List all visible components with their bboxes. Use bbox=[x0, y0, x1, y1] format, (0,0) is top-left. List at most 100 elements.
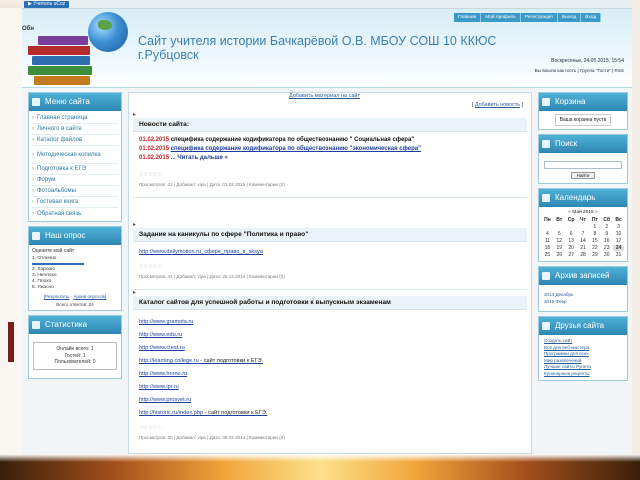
calendar-day[interactable]: 14 bbox=[578, 238, 589, 244]
poll-result-bar bbox=[32, 263, 84, 265]
nav-login[interactable]: Вход bbox=[581, 13, 602, 22]
search-button[interactable]: Найти bbox=[571, 172, 595, 179]
calendar-day[interactable]: 10 bbox=[613, 231, 624, 237]
post-title[interactable]: Новости сайта: bbox=[133, 118, 527, 132]
poll-option[interactable]: 5. Ужасно bbox=[32, 285, 118, 291]
post-meta: Просмотров: 30 | Добавил: vipa | Дата: 0… bbox=[139, 435, 285, 440]
menu-item-forum[interactable]: › Форум bbox=[32, 175, 118, 186]
calendar-day[interactable]: 13 bbox=[566, 238, 577, 244]
nav-logout[interactable]: Выход bbox=[557, 13, 582, 22]
menu-item-exam[interactable]: › Подготовка к ЕГЭ bbox=[32, 164, 118, 175]
catalog-link[interactable]: http://learning.college.ru - сайт подгот… bbox=[139, 355, 521, 368]
calendar-day[interactable]: 3 bbox=[613, 224, 624, 230]
poll-title: Наш опрос bbox=[45, 231, 86, 240]
catalog-link[interactable]: http://www.ipr.ru bbox=[139, 381, 521, 394]
rating-stars[interactable]: ☆☆☆☆☆ bbox=[139, 171, 521, 180]
calendar-day[interactable]: 24 bbox=[613, 245, 624, 251]
calendar-day[interactable]: 6 bbox=[566, 231, 577, 237]
post-link[interactable]: http://www.dailymotion.ru_сфере_право_в_… bbox=[139, 246, 521, 259]
menu-item-personal[interactable]: › Личного в сайте bbox=[32, 124, 118, 135]
stats-users: Пользователей: 0 bbox=[54, 359, 96, 365]
post-title[interactable]: Задание на каникулы по сфере "Политика и… bbox=[133, 228, 527, 242]
calendar-day[interactable]: 26 bbox=[554, 252, 565, 258]
calendar-day[interactable]: 5 bbox=[554, 231, 565, 237]
slide-frame-right bbox=[632, 0, 640, 480]
calendar-month[interactable]: « Май 2015 » bbox=[542, 210, 624, 215]
calendar-day[interactable]: 18 bbox=[542, 245, 553, 251]
calendar-day[interactable]: 1 bbox=[589, 224, 600, 230]
calendar-day[interactable]: 22 bbox=[589, 245, 600, 251]
calendar-day[interactable]: 8 bbox=[589, 231, 600, 237]
menu-item-feedback[interactable]: › Обратная связь bbox=[32, 208, 118, 219]
calendar-weekday: Чт bbox=[580, 217, 586, 223]
calendar-weekday: Пт bbox=[591, 217, 598, 223]
calendar-day[interactable]: 29 bbox=[589, 252, 600, 258]
calendar-day[interactable]: 25 bbox=[542, 252, 553, 258]
calendar-day[interactable]: 4 bbox=[542, 231, 553, 237]
rating-stars[interactable]: ☆☆☆☆☆ bbox=[139, 263, 521, 272]
menu-item-home[interactable]: › Главная страница bbox=[32, 113, 118, 124]
calendar-weekday: Вт bbox=[556, 217, 563, 223]
site-title: Сайт учителя истории Бачкарёвой О.В. МБО… bbox=[138, 34, 497, 62]
search-icon bbox=[542, 140, 550, 148]
poll-archive-link[interactable]: Архив опросов] bbox=[73, 294, 106, 299]
calendar-day[interactable]: 27 bbox=[566, 252, 577, 258]
archive-item[interactable]: 2014 Декабрь bbox=[544, 291, 622, 298]
post-link[interactable]: специфика содержание кодификатора по общ… bbox=[171, 137, 414, 143]
menu-block: Меню сайта › Главная страница › Личного в … bbox=[28, 92, 122, 222]
friends-title: Друзья сайта bbox=[555, 321, 605, 330]
calendar-day[interactable]: 20 bbox=[566, 245, 577, 251]
archive-icon bbox=[542, 272, 550, 280]
catalog-link[interactable]: http://www.prosvet.ru bbox=[139, 394, 521, 407]
user-links[interactable]: Вы вошли как гость | Группа "Гости" | RS… bbox=[535, 68, 624, 73]
calendar-day[interactable]: 30 bbox=[601, 252, 612, 258]
archive-block: Архив записей 2014 Декабрь 2015 Февр bbox=[538, 266, 628, 312]
rating-stars[interactable]: ☆☆☆☆☆ bbox=[139, 424, 521, 433]
catalog-link[interactable]: http://www.ctest.ru bbox=[139, 342, 521, 355]
calendar-day[interactable]: 23 bbox=[601, 245, 612, 251]
calendar-day[interactable]: 9 bbox=[601, 231, 612, 237]
poll-option[interactable]: 1. Отлично bbox=[32, 256, 118, 262]
nav-profile[interactable]: Мой профиль bbox=[481, 13, 521, 22]
calendar-day[interactable]: 28 bbox=[578, 252, 589, 258]
calendar-day[interactable]: 2 bbox=[601, 224, 612, 230]
calendar-day[interactable]: 19 bbox=[554, 245, 565, 251]
calendar-day[interactable]: 16 bbox=[601, 238, 612, 244]
search-input[interactable] bbox=[544, 161, 622, 169]
calendar-day[interactable]: 17 bbox=[613, 238, 624, 244]
menu-item-files[interactable]: › Каталог файлов bbox=[32, 135, 118, 146]
read-more-link[interactable]: ... Читать дальше » bbox=[171, 155, 228, 161]
calendar-day[interactable]: 7 bbox=[578, 231, 589, 237]
globe-icon bbox=[88, 12, 128, 52]
news-post: ▸ Новости сайта: 01.02.2015 специфика со… bbox=[133, 111, 527, 198]
poll-total: Всего ответов: 24 bbox=[56, 302, 94, 307]
nav-register[interactable]: Регистрация bbox=[520, 13, 558, 22]
nav-home[interactable]: Главная bbox=[454, 13, 482, 22]
menu-item-methods[interactable]: › Методическая копилка bbox=[32, 146, 118, 164]
post-title[interactable]: Каталог сайтов для успешной работы и под… bbox=[133, 296, 527, 310]
ucoz-button[interactable]: ▶ Учитель uCoz bbox=[24, 1, 70, 8]
calendar-day[interactable]: 31 bbox=[613, 252, 624, 258]
friend-link[interactable]: Кулинарные рецепты bbox=[544, 371, 622, 378]
side-label: Обн bbox=[22, 26, 34, 32]
archive-item[interactable]: 2015 Февр bbox=[544, 298, 622, 305]
menu-item-photos[interactable]: › Фотоальбомы bbox=[32, 186, 118, 197]
poll-icon bbox=[32, 232, 40, 240]
catalog-link[interactable]: http://www.gramota.ru bbox=[139, 316, 521, 329]
calendar-day bbox=[566, 224, 577, 230]
calendar-day[interactable]: 11 bbox=[542, 238, 553, 244]
post-link[interactable]: специфика содержание кодификатора по общ… bbox=[171, 146, 421, 152]
poll-results-link[interactable]: [Результаты bbox=[44, 294, 69, 299]
menu-title: Меню сайта bbox=[45, 97, 90, 106]
calendar-day[interactable]: 12 bbox=[554, 238, 565, 244]
add-material: [ Добавить новость ] bbox=[471, 102, 523, 108]
add-news-link[interactable]: Добавить материал на сайт bbox=[289, 93, 360, 99]
add-material-link[interactable]: Добавить новость bbox=[475, 102, 520, 108]
main-content: Добавить материал на сайт [ Добавить нов… bbox=[128, 92, 532, 454]
menu-item-guestbook[interactable]: › Гостевая книга bbox=[32, 197, 118, 208]
catalog-link[interactable]: http://historic.ru/index.php - сайт подг… bbox=[139, 407, 521, 420]
catalog-link[interactable]: http://www.edu.ru bbox=[139, 329, 521, 342]
calendar-day[interactable]: 21 bbox=[578, 245, 589, 251]
catalog-link[interactable]: http://www.hrono.ru bbox=[139, 368, 521, 381]
calendar-day[interactable]: 15 bbox=[589, 238, 600, 244]
